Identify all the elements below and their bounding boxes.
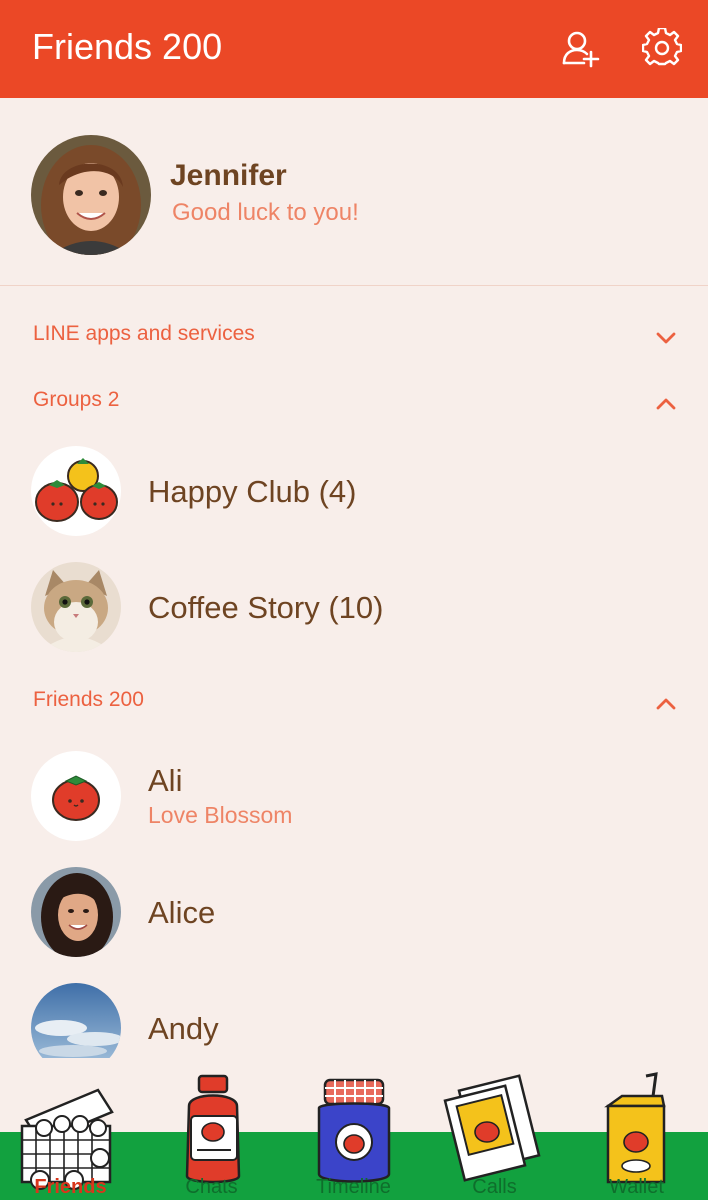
section-label: LINE apps and services <box>33 322 255 345</box>
my-profile[interactable]: Jennifer Good luck to you! <box>0 98 708 286</box>
sky-photo <box>31 983 121 1058</box>
friend-photo <box>31 867 121 957</box>
section-label: Friends 200 <box>33 688 144 711</box>
friend-avatar <box>31 867 121 957</box>
tab-chats[interactable]: Chats <box>141 1070 282 1200</box>
group-avatar <box>31 562 121 652</box>
profile-status-message: Good luck to you! <box>172 199 359 226</box>
friend-row[interactable]: Ali Love Blossom <box>0 742 708 848</box>
friend-name: Andy <box>148 1011 219 1046</box>
tab-label: Calls <box>472 1176 517 1198</box>
friend-name: Ali <box>148 763 183 798</box>
chevron-up-icon[interactable] <box>652 690 680 718</box>
group-row[interactable]: Happy Club (4) <box>0 437 708 543</box>
tab-label: Chats <box>185 1176 238 1198</box>
tab-friends[interactable]: Friends <box>0 1070 141 1200</box>
profile-photo <box>31 135 151 255</box>
group-row[interactable]: Coffee Story (10) <box>0 553 708 659</box>
tomato-avatar-icon <box>31 751 121 841</box>
settings-button[interactable] <box>642 28 682 68</box>
profile-name: Jennifer <box>170 159 287 192</box>
gear-icon <box>642 28 682 66</box>
tab-timeline[interactable]: Timeline <box>283 1070 424 1200</box>
friend-name: Alice <box>148 895 216 930</box>
chevron-up-icon[interactable] <box>652 390 680 418</box>
app-header: Friends 200 <box>0 0 708 98</box>
section-friends[interactable]: Friends 200 <box>0 676 708 728</box>
group-name: Coffee Story (10) <box>148 590 384 625</box>
section-groups[interactable]: Groups 2 <box>0 376 708 428</box>
friend-row[interactable]: Andy <box>0 974 708 1058</box>
friend-avatar <box>31 751 121 841</box>
section-line-apps[interactable]: LINE apps and services <box>0 310 708 362</box>
page-title: Friends 200 <box>32 26 223 67</box>
friend-avatar <box>31 983 121 1058</box>
tab-label: Wallet <box>609 1176 664 1198</box>
group-name: Happy Club (4) <box>148 474 357 509</box>
bottom-tab-bar: Friends Chats Timeline Calls Wallet <box>0 1070 708 1200</box>
add-friend-button[interactable] <box>560 28 600 68</box>
tab-label: Friends <box>34 1176 107 1198</box>
section-label: Groups 2 <box>33 388 120 411</box>
friend-row[interactable]: Alice <box>0 858 708 964</box>
tab-label: Timeline <box>316 1176 391 1198</box>
avatar <box>31 135 151 255</box>
cat-photo <box>31 562 121 652</box>
group-avatar <box>31 446 121 536</box>
tab-wallet[interactable]: Wallet <box>566 1070 707 1200</box>
tab-calls[interactable]: Calls <box>424 1070 565 1200</box>
tomato-group-icon <box>31 446 121 536</box>
friend-status-message: Love Blossom <box>148 802 293 828</box>
add-friend-icon <box>562 31 600 68</box>
chevron-down-icon[interactable] <box>652 324 680 352</box>
